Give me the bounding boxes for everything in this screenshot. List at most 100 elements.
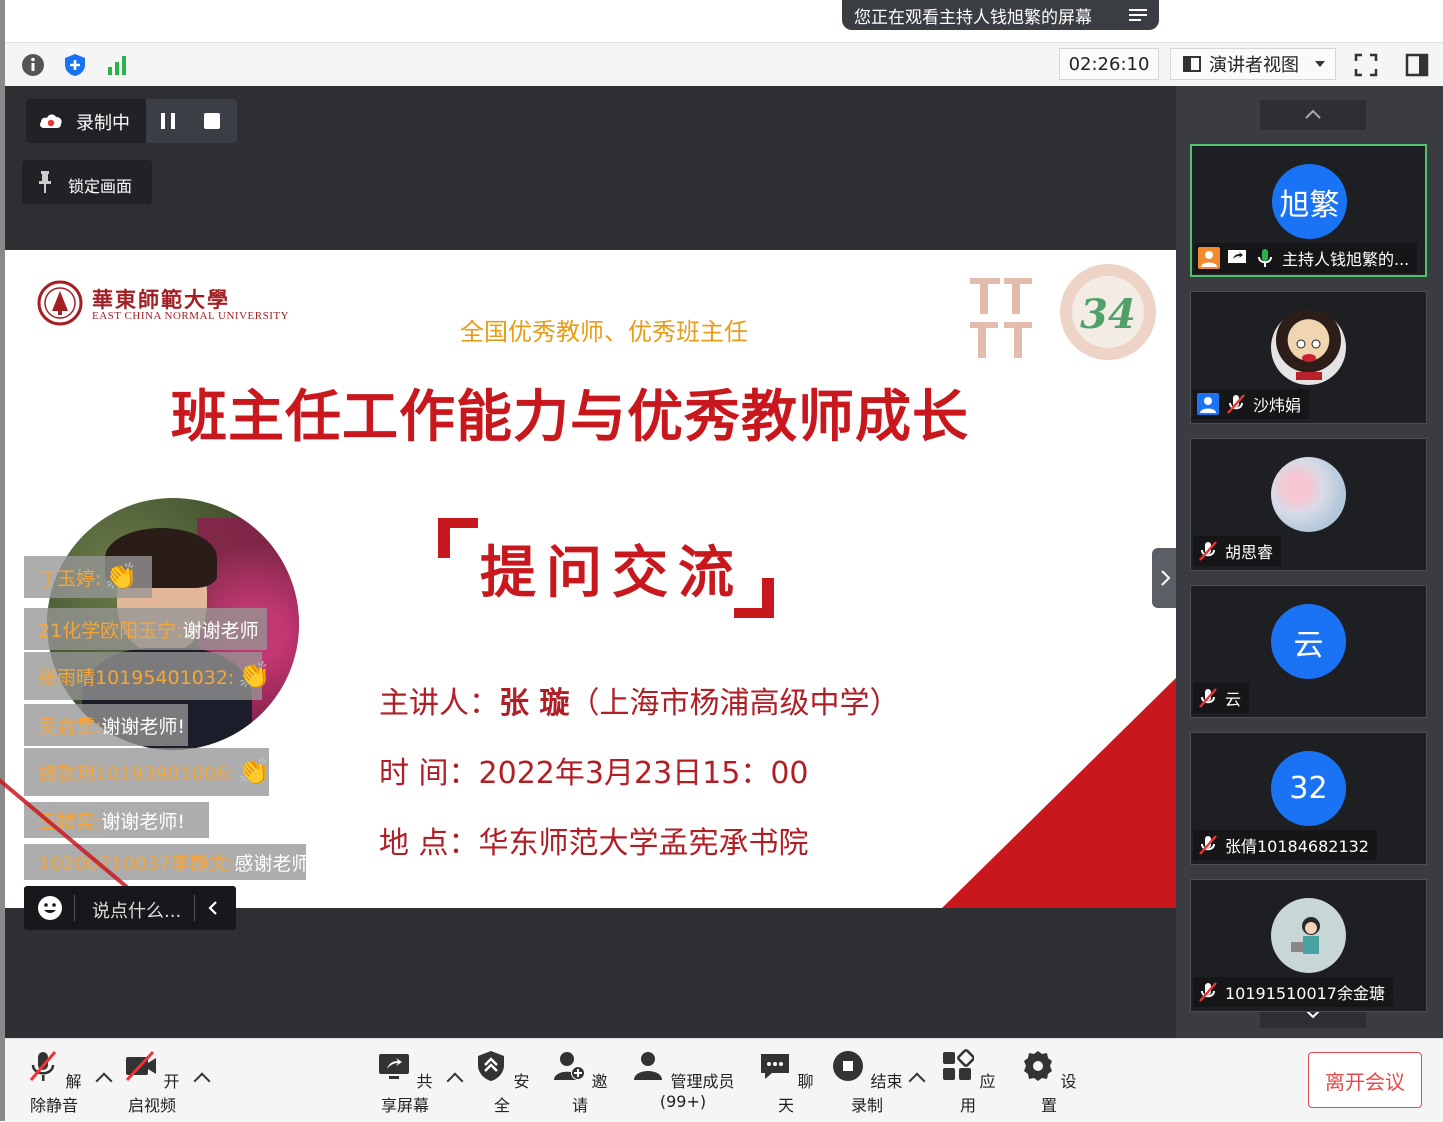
- share-screen-button[interactable]: 共享屏幕: [370, 1049, 440, 1116]
- university-logo-en: EAST CHINA NORMAL UNIVERSITY: [92, 310, 290, 322]
- host-badge-icon: [1198, 247, 1220, 269]
- participant-tile[interactable]: 胡思睿: [1190, 438, 1427, 571]
- chat-message: 21化学欧阳玉宁: 谢谢老师: [24, 608, 267, 650]
- mic-muted-icon: [30, 1051, 57, 1081]
- avatar: [1271, 457, 1346, 532]
- record-stop-icon: [833, 1051, 864, 1081]
- clap-emoji-icon: 👏: [238, 661, 271, 691]
- speaker-view-icon: [1183, 56, 1201, 72]
- security-shield-icon[interactable]: [63, 53, 87, 77]
- collapse-chevron-icon[interactable]: [204, 899, 222, 917]
- fullscreen-icon[interactable]: [1354, 53, 1378, 77]
- participant-name-bar: 沙炜娟: [1193, 389, 1310, 419]
- add-user-icon: [554, 1052, 586, 1080]
- meeting-timer: 02:26:10: [1059, 48, 1159, 80]
- participant-tile[interactable]: 旭繁 主持人钱旭繁的...: [1190, 144, 1427, 277]
- chat-button[interactable]: 聊天: [757, 1049, 815, 1116]
- lecture-seal-decoration: 34: [970, 264, 1156, 360]
- recording-status: 录制中: [26, 99, 237, 143]
- mic-muted-icon: [1199, 982, 1217, 1002]
- lock-screen-label: 锁定画面: [68, 177, 133, 196]
- chat-sender: 丁玉婷:: [38, 567, 102, 590]
- slide-title: 班主任工作能力与优秀教师成长: [171, 385, 969, 450]
- qa-heading: 提问交流: [480, 540, 744, 606]
- participant-tile[interactable]: 32 张倩10184682132: [1190, 732, 1427, 865]
- avatar: 旭繁: [1272, 164, 1347, 239]
- chevron-up-icon: [1305, 109, 1321, 119]
- manage-members-label: 管理成员(99+): [659, 1072, 735, 1111]
- cloud-record-icon: [40, 114, 62, 128]
- info-icon[interactable]: [21, 53, 45, 77]
- place-label: 地 点：: [379, 826, 479, 861]
- time-line: 时 间：2022年3月23日15：00: [379, 748, 809, 792]
- participant-name: 胡思睿: [1225, 543, 1274, 562]
- chat-message: 王婧奕: 谢谢老师!: [24, 802, 209, 838]
- end-recording-button[interactable]: 结束录制: [827, 1049, 907, 1116]
- avatar: 32: [1271, 751, 1346, 826]
- chat-message: 魏歆玥10193901006: 👏: [24, 748, 271, 796]
- participant-name: 云: [1225, 690, 1242, 709]
- lock-screen-button[interactable]: 锁定画面: [22, 160, 152, 204]
- chat-message: 丁玉婷: 👏: [24, 556, 152, 598]
- stop-icon[interactable]: [202, 111, 222, 131]
- recording-controls: [146, 99, 237, 143]
- invite-button[interactable]: 邀请: [551, 1049, 609, 1116]
- avatar: [1271, 310, 1346, 385]
- pause-icon[interactable]: [158, 111, 178, 131]
- start-video-button[interactable]: 开启视频: [117, 1049, 187, 1116]
- pin-icon: [39, 171, 51, 193]
- participant-name-bar: 10191510017余金瑭: [1193, 977, 1393, 1007]
- chevron-up-icon[interactable]: [95, 1072, 113, 1090]
- chat-text: 谢谢老师: [182, 619, 259, 642]
- participant-tile[interactable]: 云 云: [1190, 585, 1427, 718]
- chat-sender: 张雨晴10195401032:: [38, 666, 235, 689]
- recording-label: 录制中: [76, 113, 130, 134]
- chat-sender: 吴俞霏:: [38, 715, 102, 738]
- shield-icon: [478, 1051, 505, 1081]
- chevron-up-icon[interactable]: [193, 1072, 211, 1090]
- chat-bubble-icon: [761, 1054, 790, 1079]
- slide-subtitle: 全国优秀教师、优秀班主任: [460, 318, 748, 346]
- chat-input-placeholder[interactable]: 说点什么...: [92, 897, 181, 923]
- chevron-up-icon[interactable]: [908, 1072, 926, 1090]
- chat-message: 10200710037李静文: 感谢老师: [24, 844, 310, 880]
- emoji-icon[interactable]: [37, 895, 63, 921]
- chat-quick-input[interactable]: 说点什么...: [24, 886, 236, 930]
- cartoon-avatar-icon: [1291, 917, 1320, 954]
- participant-tile[interactable]: 10191510017余金瑭: [1190, 879, 1427, 1012]
- participant-tile[interactable]: 沙炜娟: [1190, 291, 1427, 424]
- divider: [194, 895, 195, 921]
- user-badge-icon: [1197, 393, 1219, 415]
- banner-menu-icon[interactable]: [1129, 6, 1147, 24]
- mic-on-icon: [1258, 249, 1272, 267]
- mic-muted-icon: [1199, 688, 1217, 708]
- participant-name: 10191510017余金瑭: [1225, 984, 1385, 1003]
- participant-name-bar: 胡思睿: [1193, 536, 1282, 566]
- participant-name: 张倩10184682132: [1225, 837, 1369, 856]
- settings-button[interactable]: 设置: [1020, 1049, 1078, 1116]
- apps-button[interactable]: 应用: [939, 1049, 997, 1116]
- unmute-button[interactable]: 解除静音: [19, 1049, 89, 1116]
- members-icon: [634, 1052, 663, 1080]
- avatar: [1271, 898, 1346, 973]
- avatar: 云: [1271, 604, 1346, 679]
- screen-share-banner[interactable]: 您正在观看主持人钱旭繁的屏幕: [842, 0, 1159, 30]
- chevron-up-icon[interactable]: [446, 1072, 464, 1090]
- manage-members-button[interactable]: 管理成员(99+): [623, 1049, 743, 1111]
- leave-meeting-button[interactable]: 离开会议: [1308, 1052, 1422, 1108]
- mic-muted-icon: [1227, 394, 1245, 414]
- security-button[interactable]: 安全: [473, 1049, 531, 1116]
- participant-name-bar: 云: [1193, 683, 1250, 713]
- chevron-right-icon: [1161, 570, 1171, 586]
- banner-text: 您正在观看主持人钱旭繁的屏幕: [854, 7, 1092, 28]
- view-switch-label: 演讲者视图: [1209, 55, 1299, 76]
- video-off-icon: [126, 1050, 157, 1082]
- gallery-scroll-up[interactable]: [1260, 100, 1366, 130]
- speaker-label: 主讲人：: [379, 686, 499, 721]
- network-signal-icon[interactable]: [105, 53, 129, 77]
- chat-message: 吴俞霏: 谢谢老师!: [24, 704, 188, 746]
- sidebar-toggle-icon[interactable]: [1405, 53, 1429, 77]
- participant-name-bar: 主持人钱旭繁的...: [1194, 243, 1418, 273]
- cartoon-avatar-icon: [1296, 339, 1322, 380]
- view-switch-dropdown[interactable]: 演讲者视图: [1170, 48, 1336, 80]
